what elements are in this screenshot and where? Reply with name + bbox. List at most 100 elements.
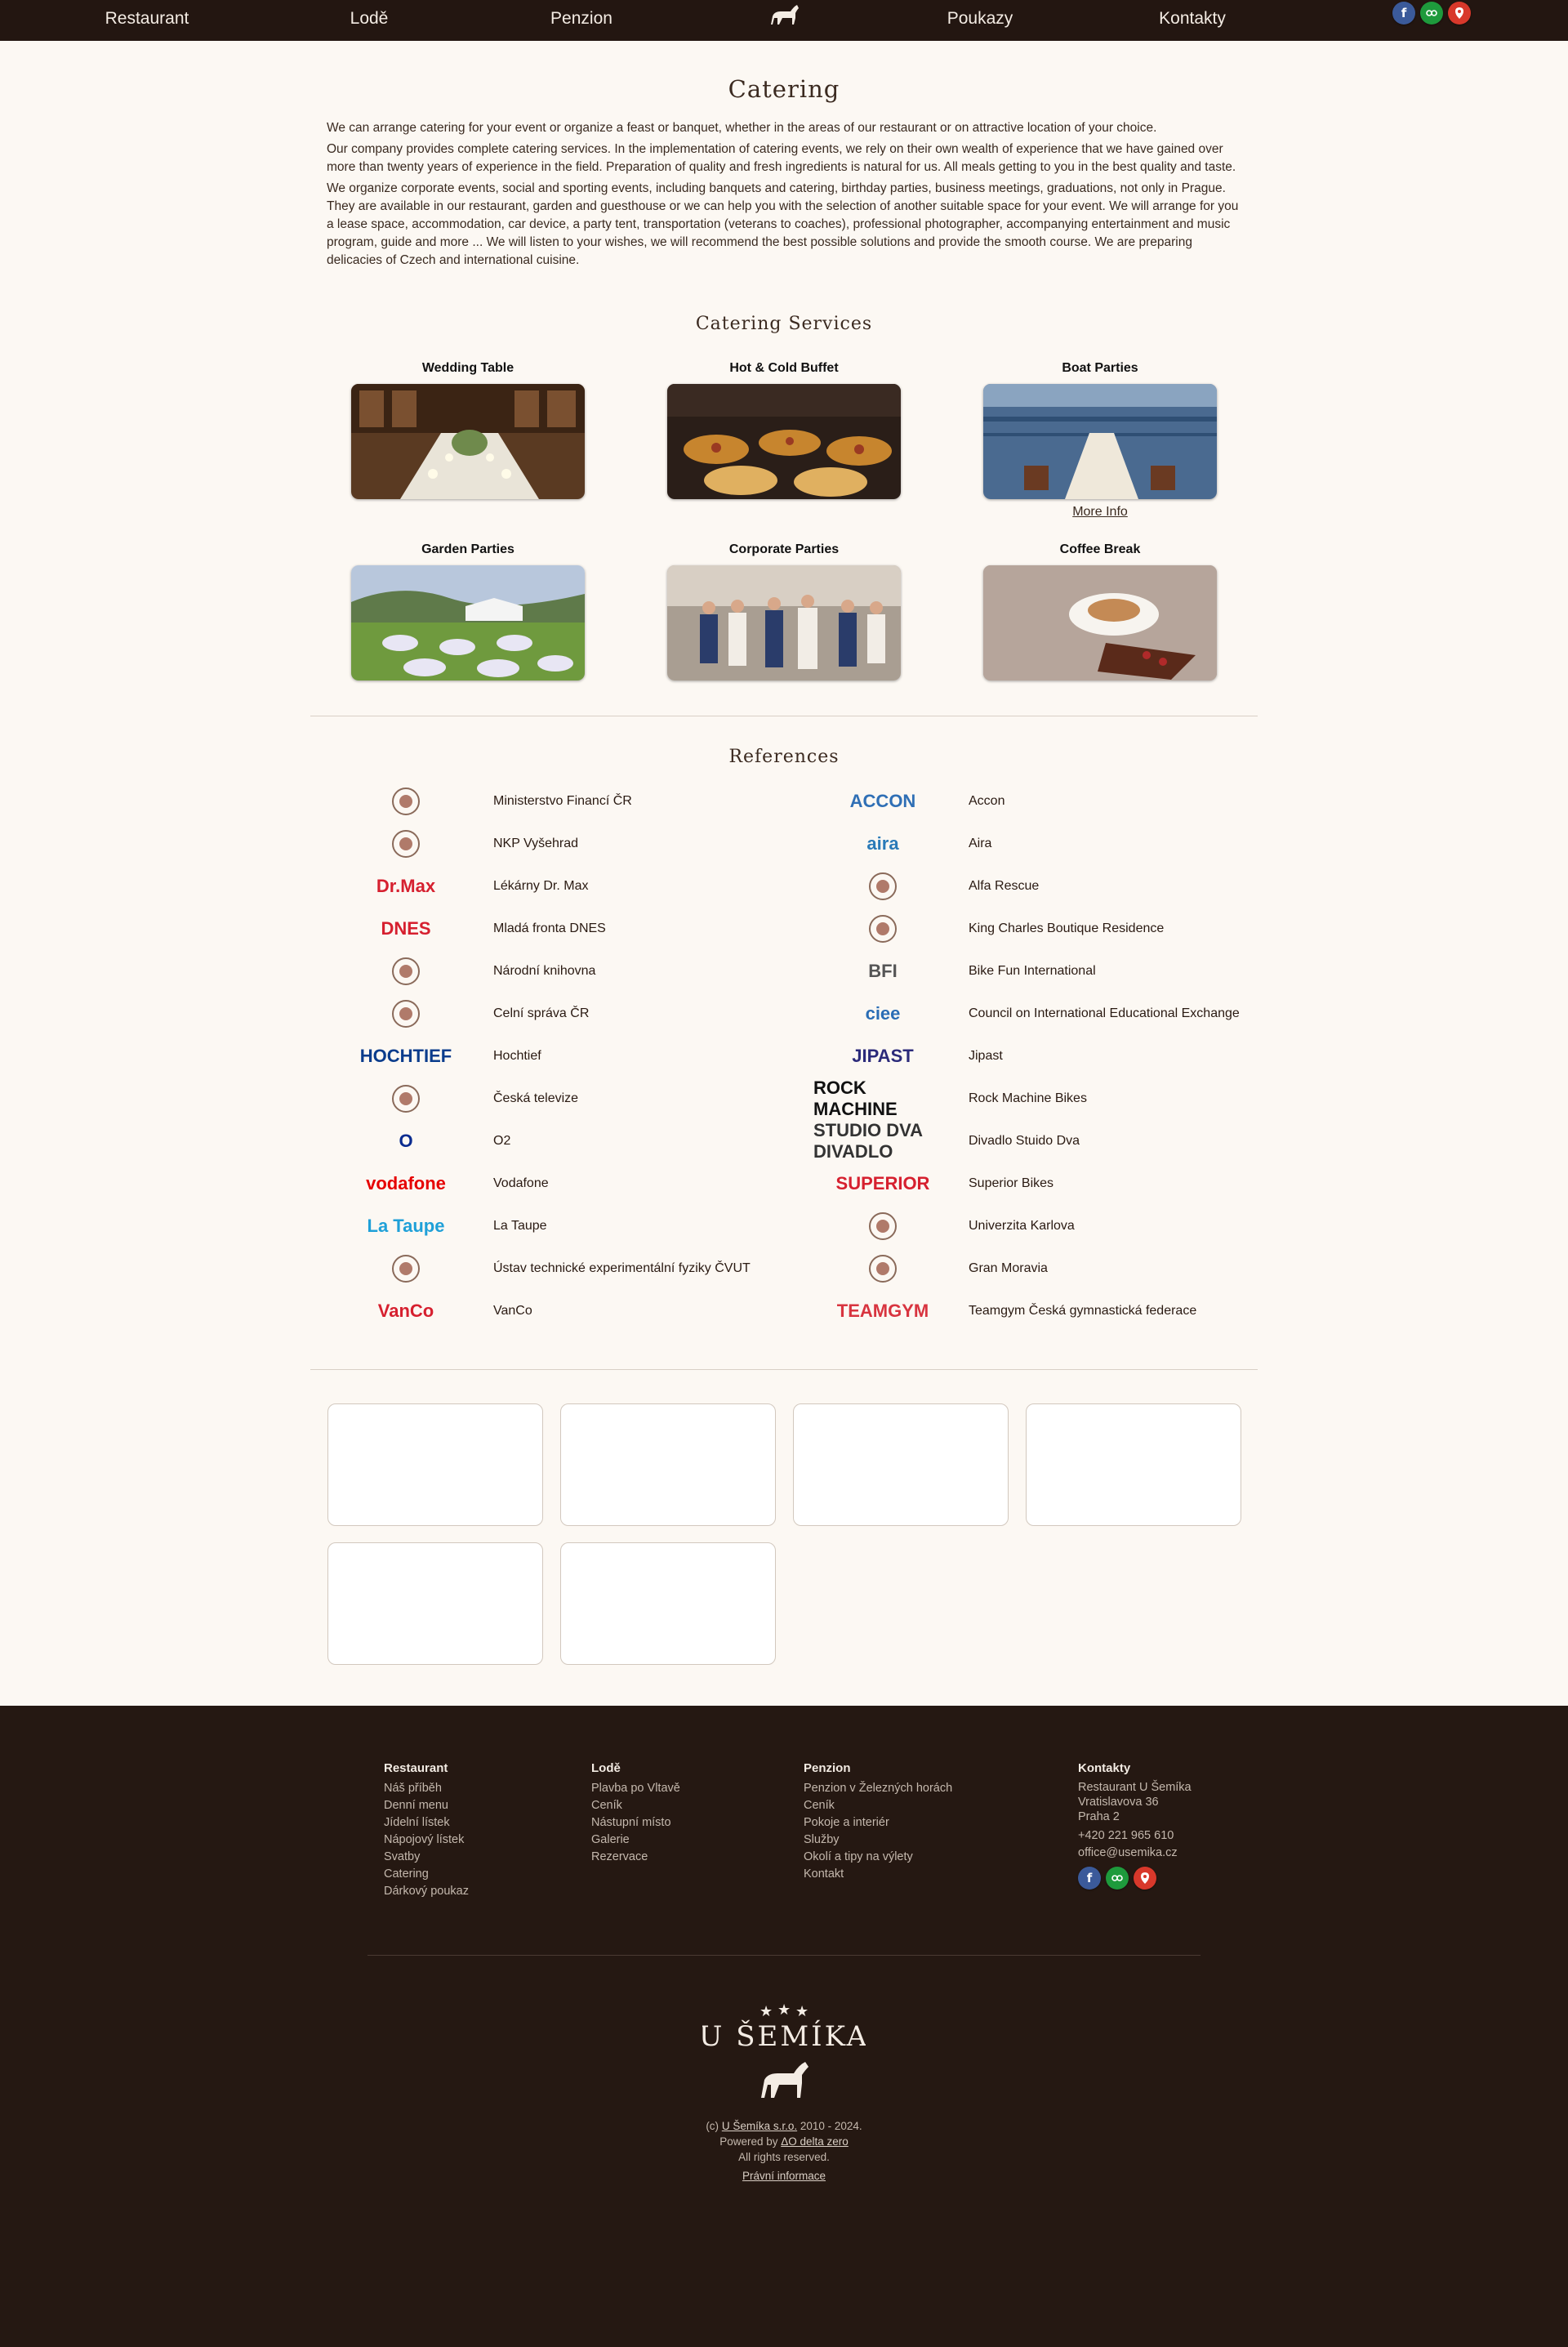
footer-social-links: f: [1078, 1867, 1192, 1890]
reference-name: Alfa Rescue: [969, 879, 1040, 893]
more-info-link[interactable]: More Info: [1051, 505, 1149, 520]
footer-email[interactable]: office@usemika.cz: [1078, 1845, 1192, 1862]
reference-name: Superior Bikes: [969, 1176, 1054, 1190]
footer-link[interactable]: Okolí a tipy na výlety: [804, 1849, 952, 1866]
footer-link[interactable]: Jídelní lístek: [384, 1814, 469, 1832]
crest-icon: [813, 910, 952, 948]
footer-phone[interactable]: +420 221 965 610: [1078, 1827, 1192, 1845]
copyright-years: 2010 - 2024.: [797, 2120, 862, 2132]
reference-name: Jipast: [969, 1049, 1003, 1063]
reference-name: La Taupe: [493, 1219, 547, 1233]
reference-logo: DNES: [336, 910, 475, 948]
map-pin-icon[interactable]: [1134, 1867, 1156, 1890]
delta-zero-link[interactable]: ΔO delta zero: [781, 2135, 849, 2148]
footer-link[interactable]: Catering: [384, 1866, 469, 1883]
footer-link[interactable]: Rezervace: [591, 1849, 680, 1866]
charles-university-seal-icon: [813, 1207, 952, 1245]
footer-heading: Restaurant: [384, 1761, 448, 1775]
tripadvisor-icon[interactable]: [1420, 2, 1443, 25]
reference-logo: O: [336, 1122, 475, 1160]
service-title: Hot & Cold Buffet: [729, 361, 839, 375]
nav-poukazy[interactable]: Poukazy: [915, 0, 1045, 41]
reference-logo-text: ROCK MACHINE: [813, 1078, 898, 1119]
legal-info-link[interactable]: Právní informace: [742, 2170, 826, 2182]
reference-logo-text: TEAMGYM: [836, 1301, 929, 1321]
social-links: f: [1392, 2, 1471, 25]
reference-name: Rock Machine Bikes: [969, 1091, 1087, 1105]
nav-penzion[interactable]: Penzion: [516, 0, 647, 41]
reference-logo: Dr.Max: [336, 868, 475, 905]
reference-logo: ACCON: [813, 783, 952, 820]
reference-logo-text: VanCo: [377, 1301, 434, 1321]
footer-link[interactable]: Dárkový poukaz: [384, 1883, 469, 1900]
tripadvisor-icon[interactable]: [1106, 1867, 1129, 1890]
corporate-party-image[interactable]: [667, 565, 901, 680]
svg-text:★: ★: [777, 2001, 791, 2019]
map-pin-icon[interactable]: [1448, 2, 1471, 25]
reference-name: Council on International Educational Exc…: [969, 1006, 1240, 1020]
garden-party-image[interactable]: [351, 565, 585, 680]
facebook-icon[interactable]: f: [1392, 2, 1415, 25]
footer-heading: Penzion: [804, 1761, 851, 1775]
wedding-table-image[interactable]: [351, 384, 585, 499]
reference-logo-text: BFI: [868, 961, 898, 981]
footer-link[interactable]: Ceník: [804, 1797, 952, 1814]
reference-name: Aira: [969, 837, 992, 850]
svg-text:★: ★: [760, 2003, 773, 2020]
vysehrad-icon: [336, 825, 475, 863]
utef-logo-icon: [336, 1250, 475, 1287]
buffet-image[interactable]: [667, 384, 901, 499]
footer-address: Praha 2: [1078, 1810, 1120, 1823]
nav-lode[interactable]: Lodě: [304, 0, 434, 41]
content-placeholder: [327, 1403, 543, 1526]
footer-link[interactable]: Galerie: [591, 1832, 680, 1849]
intro-paragraph: We organize corporate events, social and…: [327, 181, 1239, 267]
footer-link[interactable]: Denní menu: [384, 1797, 469, 1814]
gran-moravia-icon: [813, 1250, 952, 1287]
footer-link[interactable]: Svatby: [384, 1849, 469, 1866]
reference-logo: TEAMGYM: [813, 1292, 952, 1330]
content-placeholder: [793, 1403, 1009, 1526]
footer-divider: [368, 1955, 1200, 1956]
footer-link[interactable]: Náš příběh: [384, 1780, 469, 1797]
company-link[interactable]: U Šemíka s.r.o.: [722, 2120, 797, 2132]
horse-logo-icon[interactable]: [760, 0, 808, 29]
reference-name: Divadlo Stuido Dva: [969, 1134, 1080, 1148]
intro-paragraph: We can arrange catering for your event o…: [327, 121, 1157, 135]
footer-link[interactable]: Pokoje a interiér: [804, 1814, 952, 1832]
reference-logo-text: STUDIO DVA DIVADLO: [813, 1120, 923, 1162]
copyright: (c) U Šemíka s.r.o. 2010 - 2024.: [0, 2118, 1568, 2134]
reference-logo: La Taupe: [336, 1207, 475, 1245]
reference-logo: BFI: [813, 953, 952, 990]
reference-name: Gran Moravia: [969, 1261, 1048, 1275]
reference-name: NKP Vyšehrad: [493, 837, 579, 850]
usemika-logo[interactable]: ★ ★ ★ U ŠEMÍKA: [702, 1998, 866, 2104]
footer-link[interactable]: Služby: [804, 1832, 952, 1849]
references-heading: References: [728, 747, 840, 767]
nav-kontakty[interactable]: Kontakty: [1127, 0, 1258, 41]
reference-name: Národní knihovna: [493, 964, 596, 978]
reference-logo: SUPERIOR: [813, 1165, 952, 1203]
coffee-break-image[interactable]: [983, 565, 1217, 680]
footer-link[interactable]: Plavba po Vltavě: [591, 1780, 680, 1797]
content-placeholder: [327, 1542, 543, 1665]
facebook-icon[interactable]: f: [1078, 1867, 1101, 1890]
reference-logo-text: aira: [866, 833, 899, 854]
content-placeholder: [560, 1542, 776, 1665]
reference-logo: ROCK MACHINE: [813, 1078, 952, 1119]
nk-logo-icon: [336, 953, 475, 990]
nav-restaurant[interactable]: Restaurant: [82, 0, 212, 41]
alfa-rescue-icon: [813, 868, 952, 905]
reference-name: Bike Fun International: [969, 964, 1096, 978]
footer-link[interactable]: Kontakt: [804, 1866, 952, 1883]
intro-paragraph: Our company provides complete catering s…: [327, 142, 1236, 174]
boat-party-image[interactable]: [983, 384, 1217, 499]
reference-logo-text: La Taupe: [367, 1216, 445, 1236]
footer-link[interactable]: Penzion v Železných horách: [804, 1780, 952, 1797]
rights: All rights reserved.: [738, 2151, 830, 2163]
footer-link[interactable]: Nápojový lístek: [384, 1832, 469, 1849]
footer-link[interactable]: Nástupní místo: [591, 1814, 680, 1832]
footer-link[interactable]: Ceník: [591, 1797, 680, 1814]
content-placeholder: [1026, 1403, 1241, 1526]
service-title: Garden Parties: [421, 542, 514, 556]
